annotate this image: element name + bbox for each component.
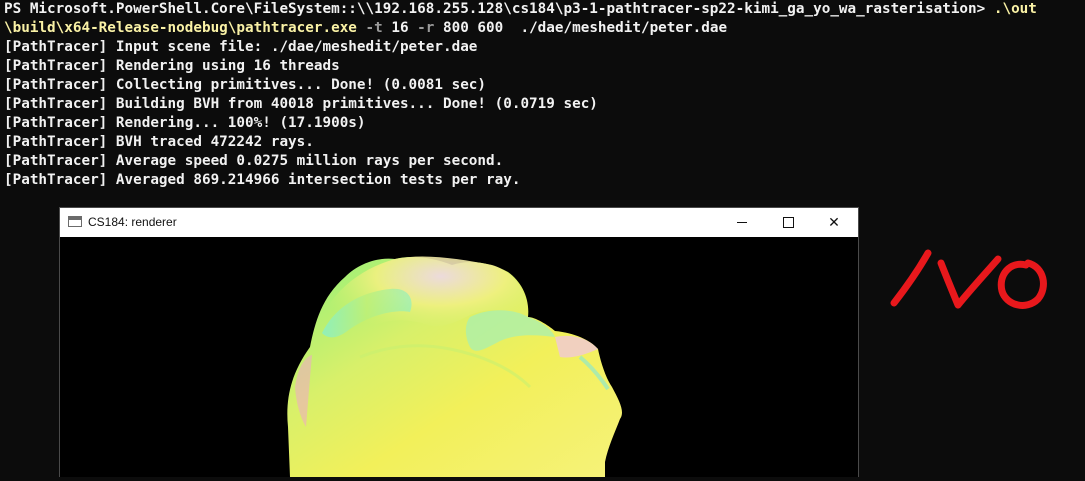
maximize-button[interactable] <box>765 208 811 237</box>
terminal-line: [PathTracer] Average speed 0.0275 millio… <box>4 152 1037 171</box>
close-icon: ✕ <box>828 214 840 230</box>
terminal-line: [PathTracer] Input scene file: ./dae/mes… <box>4 38 1037 57</box>
rendered-head <box>287 256 623 477</box>
terminal-text: .\out <box>993 1 1037 17</box>
terminal-text: [PathTracer] Building BVH from 40018 pri… <box>4 96 598 112</box>
terminal-output: PS Microsoft.PowerShell.Core\FileSystem:… <box>4 0 1037 190</box>
render-canvas[interactable] <box>60 237 858 477</box>
terminal-text: [PathTracer] Collecting primitives... Do… <box>4 77 487 93</box>
close-button[interactable]: ✕ <box>811 208 857 237</box>
terminal-text: \build\x64-Release-nodebug\pathtracer.ex… <box>4 20 357 36</box>
terminal-line: [PathTracer] Collecting primitives... Do… <box>4 76 1037 95</box>
window-app-icon <box>68 216 82 227</box>
terminal-text: PS Microsoft.PowerShell.Core\FileSystem:… <box>4 1 994 17</box>
terminal-text: [PathTracer] Averaged 869.214966 interse… <box>4 172 521 188</box>
terminal-text: [PathTracer] Input scene file: ./dae/mes… <box>4 39 478 55</box>
minimize-icon <box>737 222 747 223</box>
terminal-line: [PathTracer] Averaged 869.214966 interse… <box>4 171 1037 190</box>
terminal-line: [PathTracer] Rendering... 100%! (17.1900… <box>4 114 1037 133</box>
terminal-text: 16 <box>391 20 409 36</box>
minimize-button[interactable] <box>719 208 765 237</box>
terminal-text: [PathTracer] Average speed 0.0275 millio… <box>4 153 504 169</box>
terminal-text: [PathTracer] Rendering using 16 threads <box>4 58 340 74</box>
renderer-titlebar[interactable]: CS184: renderer ✕ <box>60 208 858 237</box>
handwritten-annotation <box>890 249 1047 309</box>
terminal-line: PS Microsoft.PowerShell.Core\FileSystem:… <box>4 0 1037 19</box>
terminal-text: [PathTracer] BVH traced 472242 rays. <box>4 134 314 150</box>
terminal-line: [PathTracer] Building BVH from 40018 pri… <box>4 95 1037 114</box>
terminal-text: -t <box>356 20 392 36</box>
renderer-window[interactable]: CS184: renderer ✕ <box>59 207 859 477</box>
terminal-line: [PathTracer] Rendering using 16 threads <box>4 57 1037 76</box>
maximize-icon <box>782 217 794 228</box>
terminal-line: \build\x64-Release-nodebug\pathtracer.ex… <box>4 19 1037 38</box>
terminal-text: [PathTracer] Rendering... 100%! (17.1900… <box>4 115 366 131</box>
terminal-text: 800 600 ./dae/meshedit/peter.dae <box>443 20 728 36</box>
terminal-line: [PathTracer] BVH traced 472242 rays. <box>4 133 1037 152</box>
terminal-text: -r <box>408 20 443 36</box>
window-title: CS184: renderer <box>88 215 177 229</box>
